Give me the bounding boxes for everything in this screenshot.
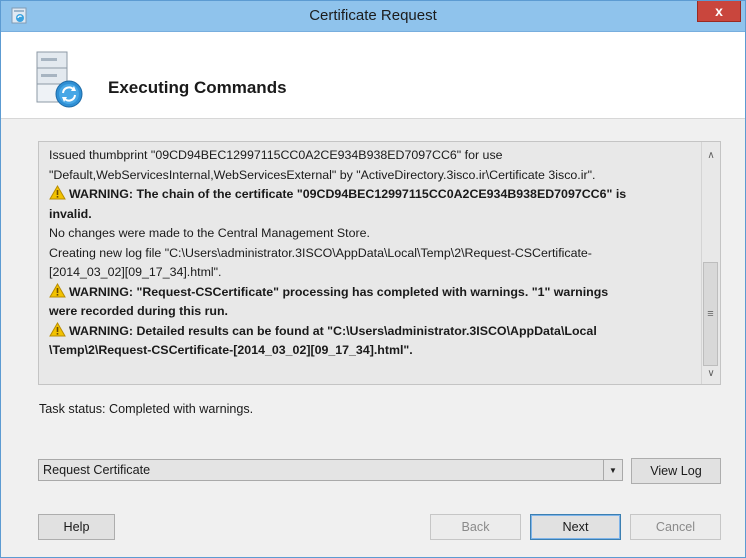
log-line: [2014_03_02][09_17_34].html".: [49, 265, 222, 279]
log-warning-line: WARNING: Detailed results can be found a…: [49, 321, 697, 342]
log-line: No changes were made to the Central Mana…: [49, 226, 370, 240]
log-warning-continuation: were recorded during this run.: [49, 304, 229, 318]
server-sync-icon: [36, 51, 83, 108]
warning-icon: [49, 185, 66, 200]
view-log-button[interactable]: View Log: [631, 458, 721, 484]
chevron-down-icon[interactable]: ▼: [603, 460, 622, 480]
scroll-up-icon[interactable]: ∧: [702, 146, 720, 164]
log-warning-text: WARNING: The chain of the certificate "0…: [69, 187, 627, 201]
window-title: Certificate Request: [309, 7, 437, 24]
scroll-thumb[interactable]: ≡: [703, 262, 718, 366]
warning-icon: [49, 282, 66, 297]
log-line: Creating new log file "C:\Users\administ…: [49, 245, 592, 260]
log-warning-continuation: \Temp\2\Request-CSCertificate-[2014_03_0…: [49, 343, 413, 357]
warning-icon: [49, 321, 66, 336]
page-heading: Executing Commands: [108, 78, 287, 97]
log-warning-line: WARNING: The chain of the certificate "0…: [49, 185, 697, 205]
log-output-box[interactable]: Issued thumbprint "09CD94BEC12997115CC0A…: [38, 141, 721, 385]
log-warning-line: WARNING: "Request-CSCertificate" process…: [49, 282, 697, 303]
log-content: Issued thumbprint "09CD94BEC12997115CC0A…: [49, 146, 697, 361]
log-scrollbar[interactable]: ∧ ≡ ∨: [701, 142, 720, 384]
next-button[interactable]: Next: [530, 514, 621, 540]
certificate-request-window: Certificate Request x Executing Commands…: [0, 0, 746, 558]
close-button[interactable]: x: [697, 1, 741, 22]
help-button[interactable]: Help: [38, 514, 115, 540]
task-status: Task status: Completed with warnings.: [39, 402, 254, 416]
log-warning-text: WARNING: "Request-CSCertificate" process…: [69, 284, 609, 299]
scroll-down-icon[interactable]: ∨: [702, 364, 720, 382]
task-select[interactable]: Request Certificate ▼: [38, 459, 623, 481]
log-line: Issued thumbprint "09CD94BEC12997115CC0A…: [49, 148, 503, 162]
back-button[interactable]: Back: [430, 514, 521, 540]
header-panel: Executing Commands: [1, 32, 745, 119]
title-bar[interactable]: Certificate Request x: [1, 1, 745, 32]
close-icon: x: [715, 3, 723, 19]
log-warning-text: WARNING: Detailed results can be found a…: [69, 323, 597, 338]
log-warning-continuation: invalid.: [49, 206, 92, 221]
cancel-button[interactable]: Cancel: [630, 514, 721, 540]
log-line: "Default,WebServicesInternal,WebServices…: [49, 167, 596, 182]
task-select-value: Request Certificate: [43, 463, 151, 477]
